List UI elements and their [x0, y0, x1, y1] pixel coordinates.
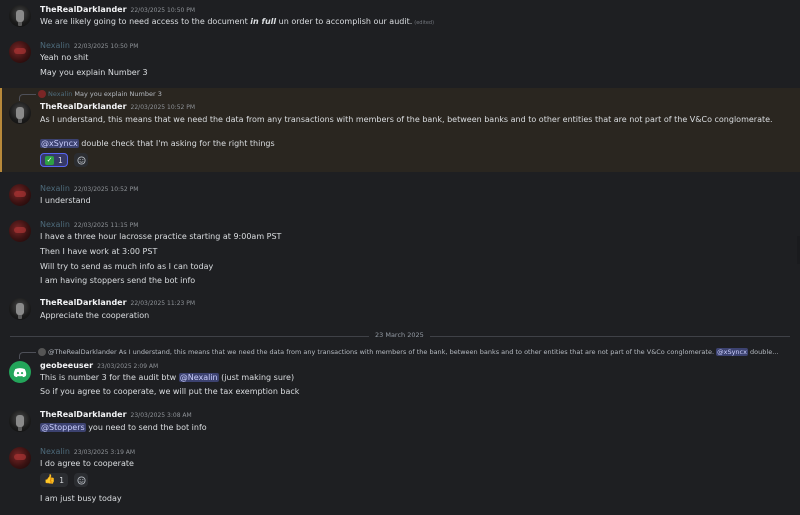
author-name[interactable]: Nexalin 22/03/2025 10:50 PM: [40, 41, 138, 50]
check-emoji-icon: ✓: [45, 155, 54, 165]
reaction-check[interactable]: ✓ 1: [40, 153, 68, 167]
date-divider-label: 23 March 2025: [369, 331, 430, 339]
message-text: May you explain Number 3: [40, 68, 148, 77]
thumbs-up-emoji-icon: 👍: [44, 475, 56, 485]
message-text: I understand: [40, 196, 91, 205]
timestamp: 22/03/2025 10:52 PM: [73, 186, 139, 193]
author-name[interactable]: TheRealDarklander 22/03/2025 10:50 PM: [40, 5, 195, 14]
reply-reference[interactable]: @TheRealDarklander As I understand, this…: [38, 348, 778, 356]
reply-connector: [19, 352, 36, 359]
user-mention[interactable]: @xSyncx: [716, 348, 748, 356]
message-text: @xSyncx double check that I'm asking for…: [40, 139, 275, 148]
add-reaction-button[interactable]: [74, 153, 88, 167]
message-text: Then I have work at 3:00 PST: [40, 247, 158, 256]
message-text: As I understand, this means that we need…: [40, 115, 773, 124]
author-name[interactable]: geobeeuser 23/03/2025 2:09 AM: [40, 361, 158, 370]
avatar[interactable]: [9, 41, 31, 63]
avatar[interactable]: [9, 361, 31, 383]
avatar[interactable]: [9, 5, 31, 27]
message-text: I do agree to cooperate: [40, 459, 134, 468]
smiley-icon: [76, 155, 86, 165]
timestamp: 22/03/2025 11:23 PM: [130, 300, 196, 307]
timestamp: 23/03/2025 3:08 AM: [130, 412, 192, 419]
timestamp: 23/03/2025 3:19 AM: [73, 449, 136, 456]
edited-label: (edited): [414, 20, 435, 26]
smiley-icon: [76, 475, 86, 485]
timestamp: 22/03/2025 10:50 PM: [130, 7, 196, 14]
reply-connector: [19, 94, 36, 101]
author-name[interactable]: TheRealDarklander 23/03/2025 3:08 AM: [40, 410, 192, 419]
message-text: This is number 3 for the audit btw @Nexa…: [40, 373, 295, 382]
message-text: @Stoppers you need to send the bot info: [40, 423, 207, 432]
message-text: We are likely going to need access to th…: [40, 17, 435, 26]
timestamp: 22/03/2025 10:50 PM: [73, 43, 139, 50]
avatar[interactable]: [9, 102, 31, 124]
author-name[interactable]: Nexalin 22/03/2025 11:15 PM: [40, 220, 138, 229]
message-text: I am just busy today: [40, 494, 122, 503]
add-reaction-button[interactable]: [74, 473, 88, 487]
message-text: So if you agree to cooperate, we will pu…: [40, 387, 300, 396]
user-mention[interactable]: @Nexalin: [178, 373, 219, 382]
timestamp: 23/03/2025 2:09 AM: [97, 363, 159, 370]
message-text: Will try to send as much info as I can t…: [40, 262, 214, 271]
mention-highlight: [0, 88, 800, 172]
author-name[interactable]: Nexalin 22/03/2025 10:52 PM: [40, 184, 138, 193]
message-text: Appreciate the cooperation: [40, 311, 150, 320]
author-name[interactable]: TheRealDarklander 22/03/2025 10:52 PM: [40, 102, 195, 111]
discord-icon: [13, 367, 27, 377]
role-mention[interactable]: @Stoppers: [40, 423, 86, 432]
reply-reference[interactable]: Nexalin May you explain Number 3: [38, 90, 162, 98]
avatar[interactable]: [9, 447, 31, 469]
user-mention[interactable]: @xSyncx: [40, 139, 79, 148]
message-text: I am having stoppers send the bot info: [40, 276, 196, 285]
avatar[interactable]: [9, 410, 31, 432]
message-text: Yeah no shit: [40, 53, 89, 62]
author-name[interactable]: Nexalin 23/03/2025 3:19 AM: [40, 447, 135, 456]
message-text: I have a three hour lacrosse practice st…: [40, 232, 282, 241]
avatar[interactable]: [9, 298, 31, 320]
avatar[interactable]: [9, 220, 31, 242]
author-name[interactable]: TheRealDarklander 22/03/2025 11:23 PM: [40, 298, 195, 307]
avatar[interactable]: [9, 184, 31, 206]
timestamp: 22/03/2025 10:52 PM: [130, 104, 196, 111]
timestamp: 22/03/2025 11:15 PM: [73, 222, 139, 229]
reaction-thumbs-up[interactable]: 👍 1: [40, 473, 68, 487]
